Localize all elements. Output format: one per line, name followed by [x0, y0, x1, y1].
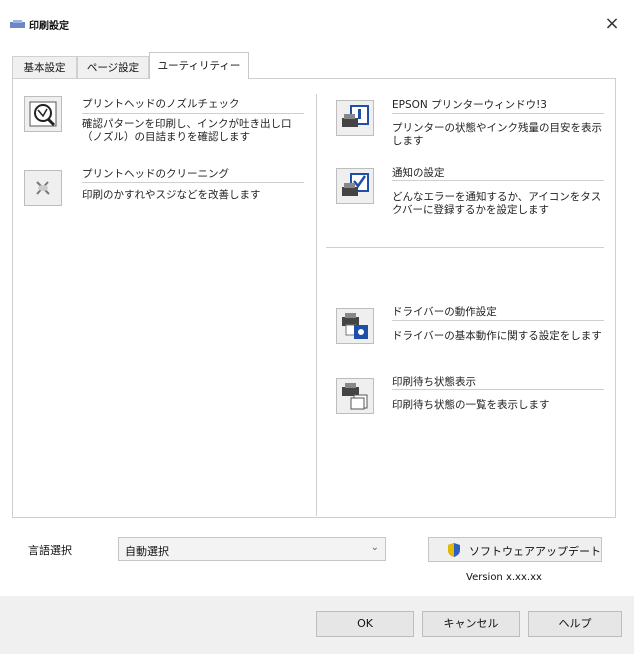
notification-icon	[342, 173, 369, 196]
language-select[interactable]: 自動選択 ⌄	[118, 537, 386, 561]
title-bar: 印刷設定 ×	[0, 0, 634, 44]
printer-window-button[interactable]	[336, 100, 374, 136]
tab-utility[interactable]: ユーティリティー	[149, 52, 249, 79]
head-cleaning-description: 印刷のかすれやスジなどを改善します	[82, 189, 261, 201]
driver-settings-underline	[392, 320, 604, 321]
print-queue-description: 印刷待ち状態の一覧を表示します	[392, 399, 550, 411]
language-label: 言語選択	[28, 544, 72, 557]
tab-page-settings[interactable]: ページ設定	[77, 56, 149, 78]
printer-window-title[interactable]: EPSON プリンターウィンドウ!3	[392, 97, 547, 112]
printer-window-description: プリンターの状態やインク残量の目安を表示します	[392, 122, 602, 147]
print-queue-underline	[392, 389, 604, 390]
chevron-down-icon: ⌄	[370, 542, 379, 553]
head-cleaning-underline	[82, 182, 304, 183]
print-queue-icon	[342, 383, 368, 410]
column-divider	[316, 94, 317, 516]
printer-window-icon	[342, 105, 369, 127]
shield-icon	[448, 543, 460, 557]
driver-settings-icon	[342, 313, 368, 339]
nozzle-check-title[interactable]: プリントヘッドのノズルチェック	[82, 96, 240, 111]
head-cleaning-icon	[36, 181, 50, 195]
printer-app-icon	[10, 20, 25, 28]
printer-window-underline	[392, 113, 604, 114]
software-update-button[interactable]: ソフトウェアアップデート	[428, 537, 602, 562]
nozzle-check-button[interactable]	[24, 96, 62, 132]
head-cleaning-title[interactable]: プリントヘッドのクリーニング	[82, 166, 229, 181]
tab-basic-settings[interactable]: 基本設定	[12, 56, 77, 78]
window-title: 印刷設定	[29, 21, 69, 32]
cancel-button[interactable]: キャンセル	[422, 611, 520, 637]
version-text: Version x.xx.xx	[466, 572, 542, 583]
help-button[interactable]: ヘルプ	[528, 611, 622, 637]
language-selected-value: 自動選択	[125, 545, 169, 558]
notification-settings-title[interactable]: 通知の設定	[392, 165, 445, 180]
head-cleaning-button[interactable]	[24, 170, 62, 206]
notification-settings-underline	[392, 180, 604, 181]
driver-settings-title[interactable]: ドライバーの動作設定	[392, 304, 497, 319]
notification-settings-button[interactable]	[336, 168, 374, 204]
software-update-label: ソフトウェアアップデート	[469, 545, 601, 558]
nozzle-check-icon	[29, 101, 57, 127]
driver-settings-button[interactable]	[336, 308, 374, 344]
ok-button[interactable]: OK	[316, 611, 414, 637]
print-queue-button[interactable]	[336, 378, 374, 414]
print-queue-title[interactable]: 印刷待ち状態表示	[392, 374, 476, 389]
close-button[interactable]: ×	[596, 10, 628, 38]
notification-settings-description: どんなエラーを通知するか、アイコンをタスクバーに登録するかを設定します	[392, 191, 602, 216]
nozzle-check-underline	[82, 113, 304, 114]
driver-settings-description: ドライバーの基本動作に関する設定をします	[392, 330, 602, 342]
section-divider	[326, 247, 604, 248]
nozzle-check-description: 確認パターンを印刷し、インクが吐き出し口（ノズル）の目詰まりを確認します	[82, 118, 292, 143]
